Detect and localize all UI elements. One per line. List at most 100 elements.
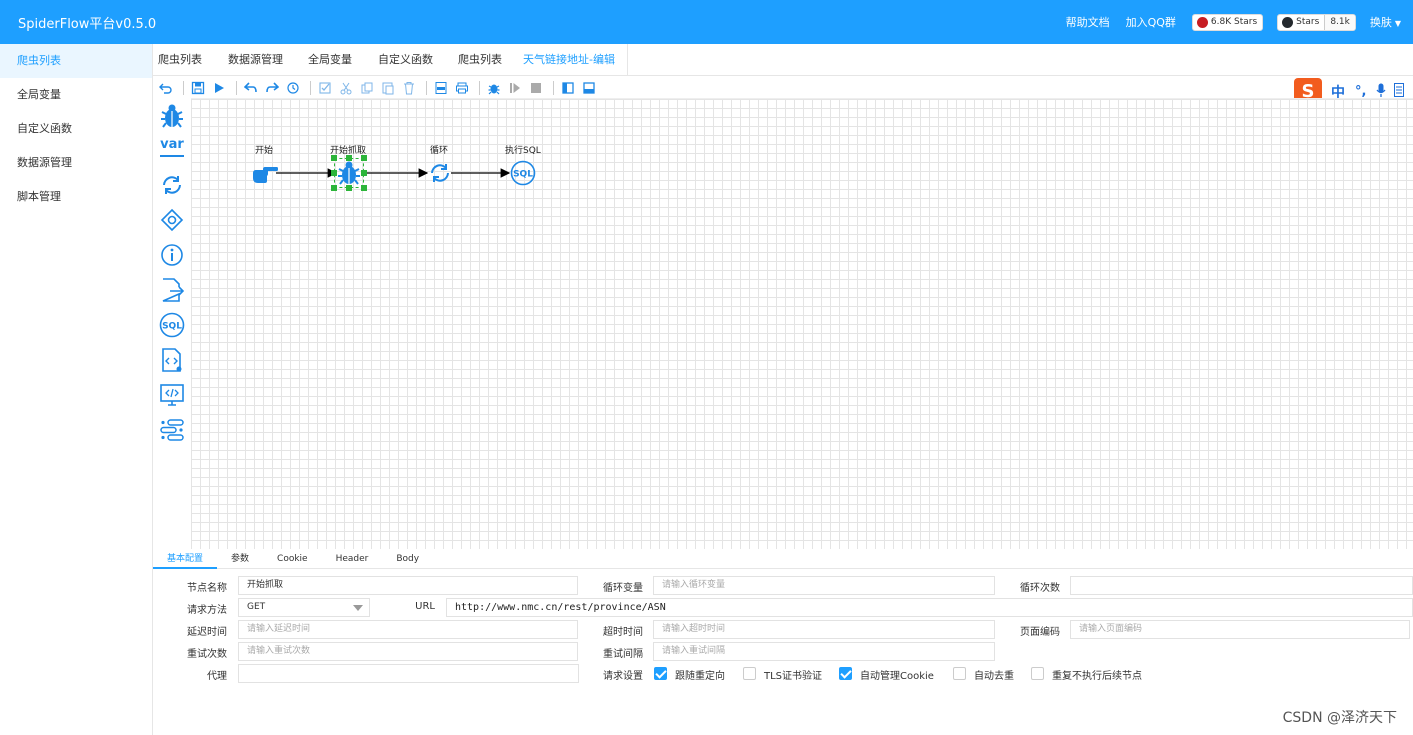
tls-verify-checkbox[interactable] xyxy=(743,667,756,680)
method-value: GET xyxy=(247,602,266,612)
tab-basic-config[interactable]: 基本配置 xyxy=(153,549,218,569)
toggle-bottom-panel-icon[interactable] xyxy=(580,79,598,97)
sidebar-item-spider-list[interactable]: 爬虫列表 xyxy=(0,44,152,78)
tab-body[interactable]: Body xyxy=(382,549,433,569)
var-label: var xyxy=(160,136,184,152)
step-icon[interactable] xyxy=(506,79,524,97)
github-stars-badge[interactable]: Stars 8.1k xyxy=(1277,13,1356,31)
timeout-input[interactable]: 请输入超时时间 xyxy=(653,620,995,639)
undo-icon[interactable] xyxy=(242,79,260,97)
gitee-stars-badge[interactable]: 6.8K Stars xyxy=(1191,13,1264,31)
sql-node-icon[interactable]: SQL xyxy=(159,312,185,338)
variable-node-icon[interactable]: var xyxy=(159,134,185,160)
sidebar-item-datasource[interactable]: 数据源管理 xyxy=(0,146,152,180)
stop-icon[interactable] xyxy=(527,79,545,97)
retry-count-input[interactable]: 请输入重试次数 xyxy=(238,642,578,661)
copy-icon[interactable] xyxy=(358,79,376,97)
skin-switcher[interactable]: 换肤 ▼ xyxy=(1370,14,1401,30)
back-icon[interactable] xyxy=(157,79,175,97)
follow-redirect-checkbox[interactable] xyxy=(654,667,667,680)
tab-cookie[interactable]: Cookie xyxy=(263,549,322,569)
selection-handle[interactable] xyxy=(361,170,367,176)
selection-handle[interactable] xyxy=(346,155,352,161)
tab-spider-list-2[interactable]: 爬虫列表 xyxy=(453,44,523,76)
cut-icon[interactable] xyxy=(337,79,355,97)
property-form: 节点名称 开始抓取 循环变量 请输入循环变量 循环次数 请求方法 GET URL… xyxy=(153,570,1413,735)
node-sql[interactable]: SQL xyxy=(510,160,536,186)
loop-var-input[interactable]: 请输入循环变量 xyxy=(653,576,995,595)
svg-text:SQL: SQL xyxy=(513,170,533,180)
tab-custom-functions[interactable]: 自定义函数 xyxy=(373,44,453,76)
toolbar-divider xyxy=(553,80,554,95)
node-label-sql: 执行SQL xyxy=(505,146,541,156)
paste-icon[interactable] xyxy=(379,79,397,97)
tab-bar: 爬虫列表 数据源管理 全局变量 自定义函数 爬虫列表 天气链接地址-编辑 xyxy=(153,44,1413,76)
skip-duplicate-checkbox[interactable] xyxy=(1031,667,1044,680)
tab-spider-list[interactable]: 爬虫列表 xyxy=(153,44,223,76)
retry-interval-label: 重试间隔 xyxy=(603,649,643,660)
loop-count-input[interactable] xyxy=(1070,576,1413,595)
node-label-start: 开始 xyxy=(255,146,274,156)
info-node-icon[interactable] xyxy=(159,242,185,268)
loop-node-icon[interactable] xyxy=(159,172,185,198)
delay-label: 延迟时间 xyxy=(187,627,227,638)
sidebar-item-global-vars[interactable]: 全局变量 xyxy=(0,78,152,112)
property-tabs: 基本配置 参数 Cookie Header Body xyxy=(153,549,1413,569)
selection-handle[interactable] xyxy=(361,185,367,191)
url-label: URL xyxy=(415,601,435,612)
auto-cookie-checkbox[interactable] xyxy=(839,667,852,680)
code-node-icon[interactable] xyxy=(159,382,185,408)
auto-dedup-checkbox[interactable] xyxy=(953,667,966,680)
selection-handle[interactable] xyxy=(331,170,337,176)
svg-text:SQL: SQL xyxy=(162,322,182,332)
retry-interval-input[interactable]: 请输入重试间隔 xyxy=(653,642,995,661)
encoding-input[interactable]: 请输入页面编码 xyxy=(1070,620,1410,639)
process-node-icon[interactable] xyxy=(159,417,185,443)
github-stars-count: 8.1k xyxy=(1324,14,1355,30)
sidebar-item-scripts[interactable]: 脚本管理 xyxy=(0,180,152,214)
debug-bug-icon[interactable] xyxy=(485,79,503,97)
delete-icon[interactable] xyxy=(400,79,418,97)
method-label: 请求方法 xyxy=(187,605,227,616)
join-qq-link[interactable]: 加入QQ群 xyxy=(1126,14,1176,30)
selection-handle[interactable] xyxy=(331,185,337,191)
tab-datasource[interactable]: 数据源管理 xyxy=(223,44,303,76)
proxy-input[interactable] xyxy=(238,664,579,683)
tab-weather-edit[interactable]: 天气链接地址-编辑 xyxy=(523,44,628,76)
tab-global-vars[interactable]: 全局变量 xyxy=(303,44,373,76)
toggle-left-panel-icon[interactable] xyxy=(559,79,577,97)
output-node-icon[interactable] xyxy=(159,277,185,303)
save-icon[interactable] xyxy=(189,79,207,97)
delay-input[interactable]: 请输入延迟时间 xyxy=(238,620,578,639)
node-start[interactable] xyxy=(251,159,279,187)
flow-canvas[interactable]: 开始 开始抓取 循环 执行SQL SQL xyxy=(191,98,1413,549)
retry-count-label: 重试次数 xyxy=(187,649,227,660)
node-crawl[interactable] xyxy=(331,155,367,191)
help-docs-link[interactable]: 帮助文档 xyxy=(1066,14,1110,30)
node-name-input[interactable]: 开始抓取 xyxy=(238,576,578,595)
tab-header[interactable]: Header xyxy=(322,549,383,569)
run-icon[interactable] xyxy=(210,79,228,97)
flow-edges xyxy=(276,168,511,178)
punctuation-icon[interactable]: °, xyxy=(1355,84,1366,99)
loop-var-label: 循环变量 xyxy=(603,583,643,594)
gitee-stars-text: 6.8K Stars xyxy=(1210,17,1258,27)
export-xml-icon[interactable] xyxy=(432,79,450,97)
script-node-icon[interactable] xyxy=(159,347,185,373)
crawler-node-icon[interactable] xyxy=(159,103,185,129)
tab-params[interactable]: 参数 xyxy=(217,549,263,569)
node-loop[interactable] xyxy=(428,161,452,185)
history-icon[interactable] xyxy=(284,79,302,97)
url-input[interactable]: http://www.nmc.cn/rest/province/ASN xyxy=(446,598,1413,617)
selection-handle[interactable] xyxy=(346,185,352,191)
print-icon[interactable] xyxy=(453,79,471,97)
toolbar-divider xyxy=(236,80,237,95)
selection-handle[interactable] xyxy=(361,155,367,161)
redo-icon[interactable] xyxy=(263,79,281,97)
auto-cookie-label: 自动管理Cookie xyxy=(860,671,934,682)
select-all-icon[interactable] xyxy=(316,79,334,97)
sidebar-item-custom-functions[interactable]: 自定义函数 xyxy=(0,112,152,146)
selection-handle[interactable] xyxy=(331,155,337,161)
method-select[interactable]: GET xyxy=(238,598,370,617)
condition-node-icon[interactable] xyxy=(159,207,185,233)
